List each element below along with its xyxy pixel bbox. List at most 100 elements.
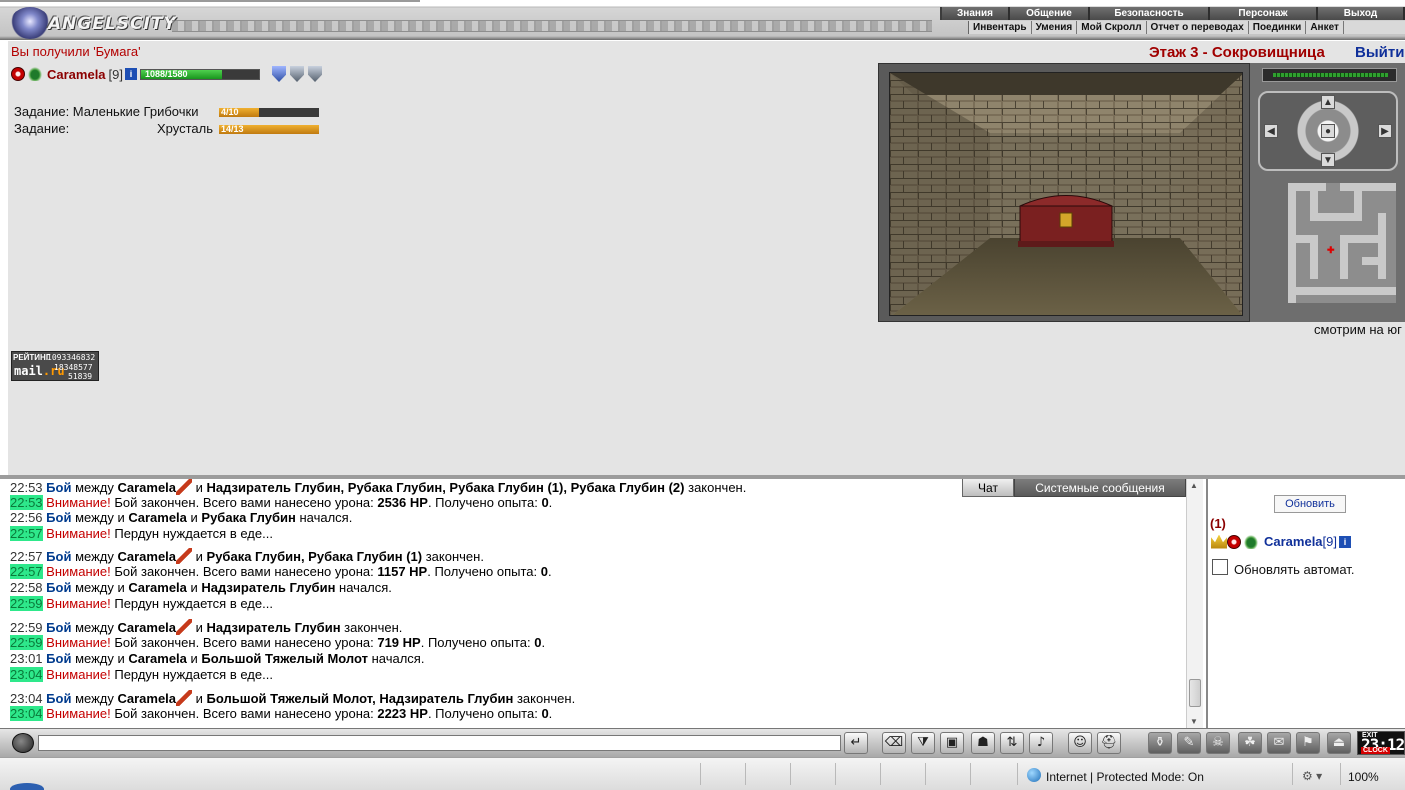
task-progress-text: 14/13: [221, 124, 244, 134]
task-row-crystal: Задание:: [14, 121, 69, 136]
chat-name[interactable]: Caramela: [128, 651, 187, 666]
chat-text: . Получено опыта:: [420, 635, 535, 650]
scroll-up-icon[interactable]: ▲: [1190, 481, 1198, 490]
security-zone[interactable]: Internet | Protected Mode: On: [1046, 770, 1204, 784]
chat-name[interactable]: Большой Тяжелый Молот, Надзиратель Глуби…: [207, 691, 514, 706]
player-name[interactable]: Caramela: [47, 67, 106, 82]
tools-icon[interactable]: ⚙ ▾: [1302, 769, 1322, 783]
browser-orb-icon: [10, 783, 44, 790]
chat-text: Бой закончен. Всего вами нанесено урона:: [110, 706, 378, 721]
helmet-icon[interactable]: ⛑: [1097, 732, 1121, 754]
chat-name: 2536 HP: [377, 495, 428, 510]
chat-text: Бой закончен. Всего вами нанесено урона:: [110, 564, 378, 579]
chat-name[interactable]: Надзиратель Глубин, Рубака Глубин, Рубак…: [207, 480, 685, 495]
sound-icon[interactable]: ♪: [1029, 732, 1053, 754]
defense-shield-icon[interactable]: [290, 66, 305, 82]
chat-line: 22:53 Бой между Caramela и Надзиратель Г…: [10, 479, 746, 496]
refresh-online-button[interactable]: Обновить: [1274, 495, 1346, 513]
nav-exit[interactable]: Выход: [1318, 7, 1405, 20]
task-label: Задание:: [14, 121, 70, 136]
chat-name: 719 HP: [377, 635, 421, 650]
chat-line: 22:59 Внимание! Пердун нуждается в еде..…: [10, 596, 273, 612]
online-info-icon[interactable]: i: [1339, 535, 1352, 548]
status-divider: [925, 763, 926, 785]
nav-skills[interactable]: Умения: [1032, 21, 1078, 34]
scroll-toggle-icon[interactable]: ⇅: [1000, 732, 1024, 754]
smiley-icon[interactable]: ☺: [1068, 732, 1092, 754]
save-disk-icon[interactable]: ▣: [940, 732, 964, 754]
gift-icon[interactable]: ✉: [1267, 732, 1291, 754]
chat-name[interactable]: Надзиратель Глубин: [207, 620, 341, 635]
chat-name[interactable]: Рубака Глубин, Рубака Глубин (1): [207, 549, 423, 564]
nav-character[interactable]: Персонаж: [1210, 7, 1318, 20]
zoom-level[interactable]: 100%: [1348, 770, 1379, 784]
task-progress-bar-crystal: 14/13: [219, 124, 319, 134]
beast-icon[interactable]: ☘: [1238, 732, 1262, 754]
chat-name[interactable]: Большой Тяжелый Молот: [201, 651, 368, 666]
dungeon-view[interactable]: [889, 72, 1243, 316]
chat-input[interactable]: [38, 735, 841, 751]
exit-dungeon-link[interactable]: Выйти: [1355, 44, 1404, 61]
chat-line: 23:04 Внимание! Пердун нуждается в еде..…: [10, 667, 273, 683]
fight-label: Бой: [46, 510, 72, 525]
scroll-thumb[interactable]: [1189, 679, 1201, 707]
chat-scrollbar[interactable]: ▲ ▼: [1186, 479, 1203, 728]
move-back-button[interactable]: ▼: [1321, 153, 1335, 167]
turn-left-button[interactable]: ◀: [1264, 124, 1278, 138]
compass-bar: [1262, 68, 1397, 82]
chat-text: закончен.: [340, 620, 403, 635]
chat-name[interactable]: Caramela: [128, 510, 187, 525]
tab-chat[interactable]: Чат: [962, 479, 1014, 497]
mailru-rating-counter[interactable]: РЕЙТИНГ 1093346832 mail.ru 18348577 5183…: [11, 351, 99, 381]
run-figure-icon[interactable]: ☗: [971, 732, 995, 754]
nav-transfer-report[interactable]: Отчет о переводах: [1147, 21, 1249, 34]
blue-shield-icon[interactable]: [272, 66, 287, 82]
nav-security[interactable]: Безопасность: [1090, 7, 1210, 20]
auto-refresh-checkbox[interactable]: [1212, 559, 1228, 575]
refresh-view-button[interactable]: ●: [1321, 124, 1335, 138]
chat-text: начался.: [295, 510, 353, 525]
nav-communication[interactable]: Общение: [1010, 7, 1090, 20]
potion-icon[interactable]: ⚱: [1148, 732, 1172, 754]
filter-funnel-icon[interactable]: ⧩: [911, 732, 935, 754]
player-info-icon[interactable]: i: [125, 68, 138, 80]
task-progress-bar-mushrooms: 4/10: [219, 107, 319, 117]
armor-shield-icon[interactable]: [308, 66, 323, 82]
nav-inventory[interactable]: Инвентарь: [969, 21, 1032, 34]
turn-right-button[interactable]: ▶: [1378, 124, 1392, 138]
clan-cross-icon: [1227, 534, 1241, 549]
send-enter-icon[interactable]: ↵: [844, 732, 868, 754]
tab-system-messages[interactable]: Системные сообщения: [1014, 479, 1186, 497]
minimap-wall: [1310, 191, 1318, 221]
monster-face-icon[interactable]: ☠: [1206, 732, 1230, 754]
status-divider: [970, 763, 971, 785]
move-forward-button[interactable]: ▲: [1321, 95, 1335, 109]
clear-eraser-icon[interactable]: ⌫: [882, 732, 906, 754]
chat-text: закончен.: [422, 549, 484, 564]
chat-name[interactable]: Caramela: [117, 549, 176, 564]
chat-name[interactable]: Caramela: [117, 691, 176, 706]
nav-duels[interactable]: Поединки: [1249, 21, 1307, 34]
chat-log[interactable]: 22:53 Бой между Caramela и Надзиратель Г…: [8, 479, 1186, 728]
scroll-quest-icon[interactable]: ✎: [1177, 732, 1201, 754]
header-ornament: [172, 20, 932, 32]
nav-knowledge[interactable]: Знания: [942, 7, 1010, 20]
chat-time: 22:57: [10, 526, 43, 541]
chat-name[interactable]: Caramela: [117, 480, 176, 495]
minimap-wall: [1296, 183, 1326, 191]
online-player-name[interactable]: Caramela: [1264, 534, 1323, 549]
nav-profile[interactable]: Анкет: [1306, 21, 1344, 34]
nav-my-scroll[interactable]: Мой Скролл: [1077, 21, 1147, 34]
flag-icon[interactable]: ⚑: [1296, 732, 1320, 754]
speech-head-icon[interactable]: [12, 733, 34, 753]
chat-text: и: [192, 480, 207, 495]
chat-name: 0: [540, 564, 548, 579]
chat-name[interactable]: Надзиратель Глубин: [201, 580, 335, 595]
chat-name[interactable]: Caramela: [117, 620, 176, 635]
chat-line: 23:04 Внимание! Бой закончен. Всего вами…: [10, 706, 552, 722]
scroll-down-icon[interactable]: ▼: [1190, 717, 1198, 726]
chat-name[interactable]: Caramela: [128, 580, 187, 595]
chat-text: .: [548, 495, 553, 510]
exit-icon[interactable]: ⏏: [1327, 732, 1351, 754]
chat-name[interactable]: Рубака Глубин: [201, 510, 295, 525]
